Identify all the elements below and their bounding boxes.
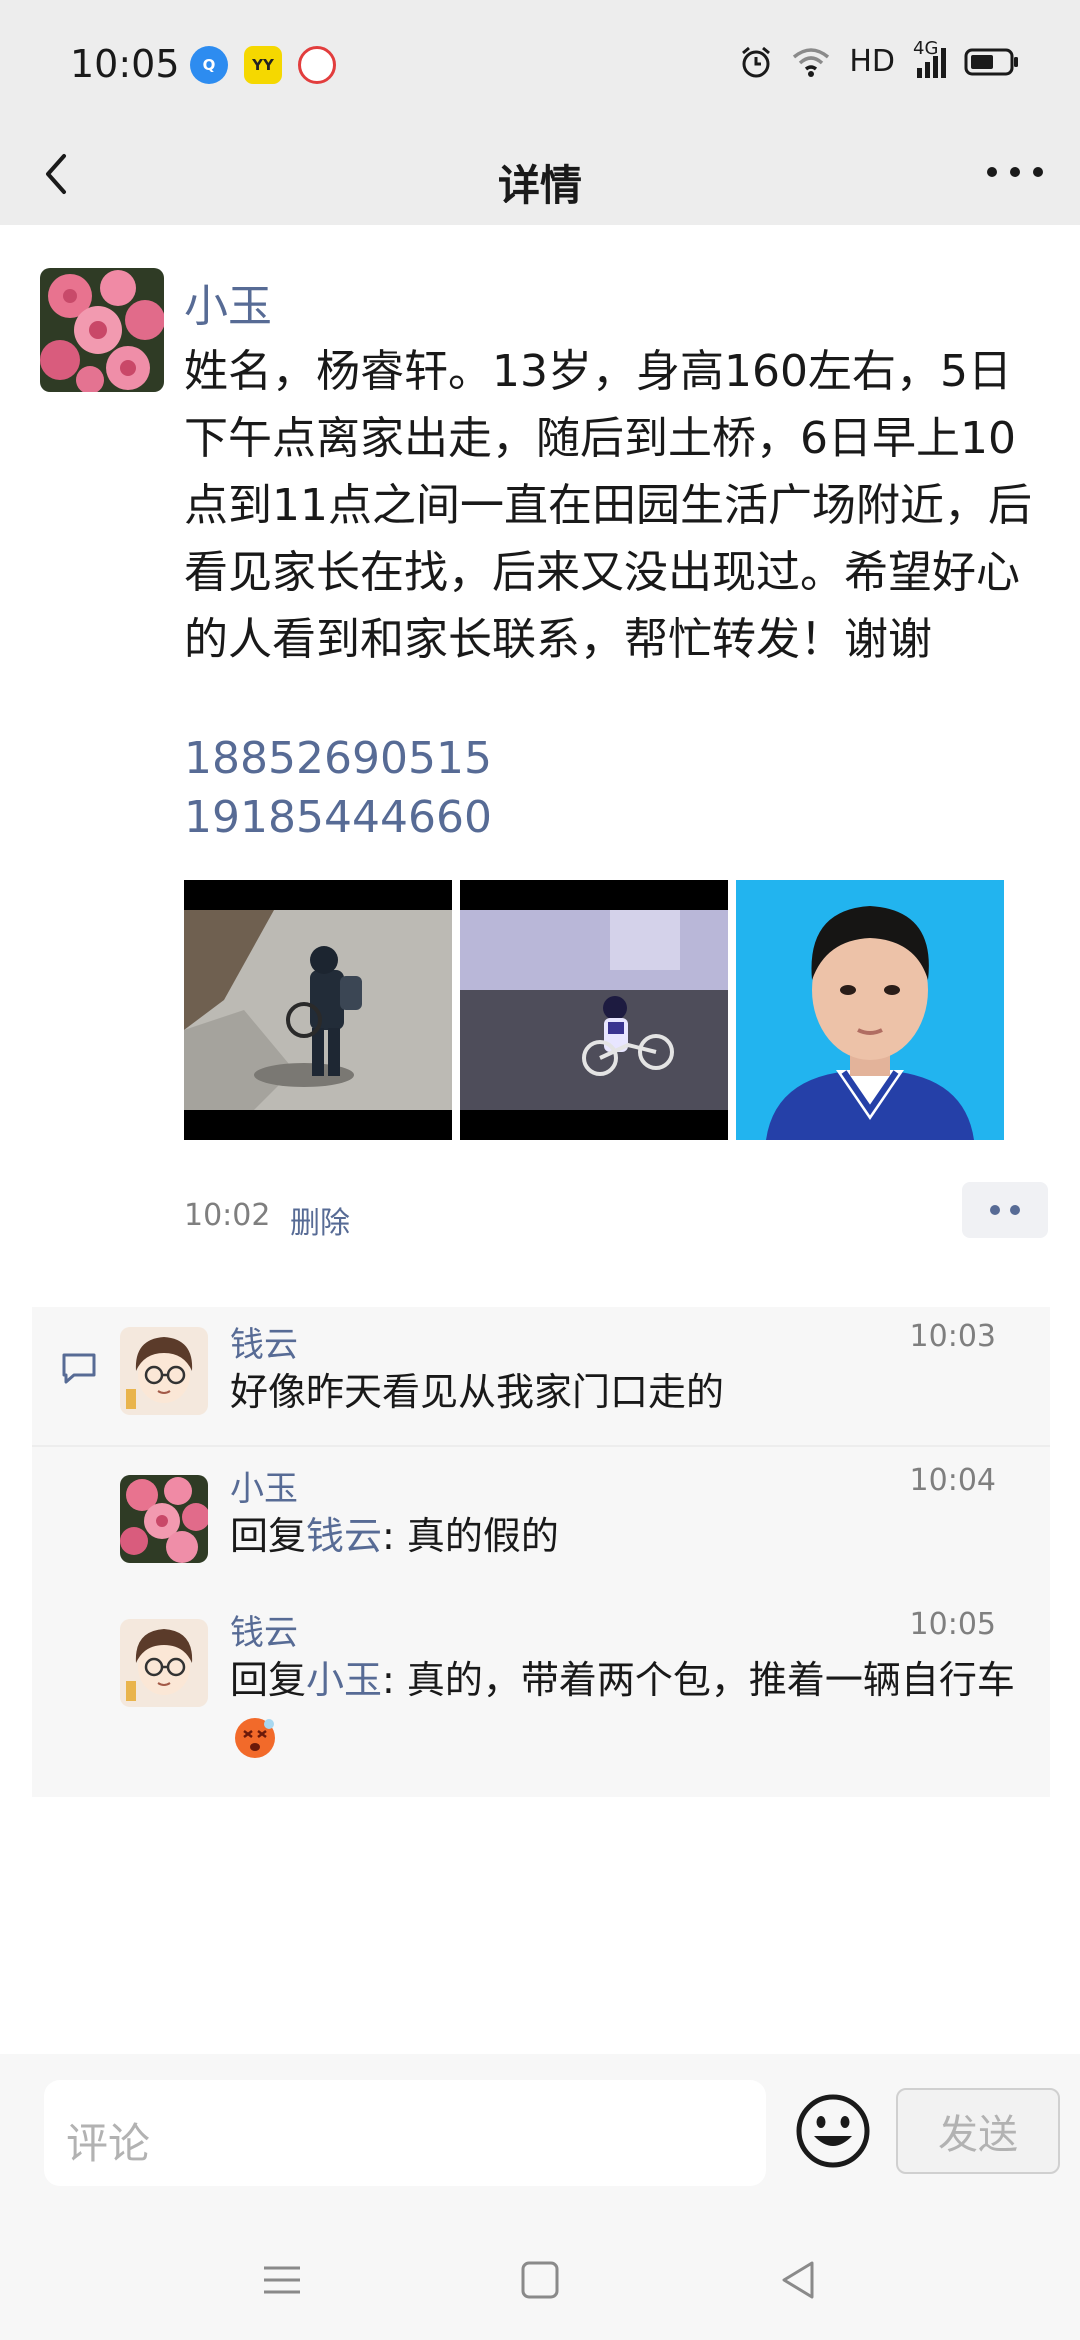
notification-icons: Q YY (190, 46, 336, 84)
browser-icon: Q (190, 46, 228, 84)
phone-link-1[interactable]: 18852690515 (184, 733, 492, 784)
comment-body: : 真的假的 (382, 1514, 559, 1558)
baidu-app-icon (298, 46, 336, 84)
post-author-name[interactable]: 小玉 (184, 270, 272, 334)
reply-prefix: 回复 (230, 1514, 307, 1558)
post-photo-3[interactable] (736, 880, 1004, 1140)
comment-body: 好像昨天看见从我家门口走的 (230, 1370, 725, 1414)
comment-input[interactable]: 评论 (44, 2080, 766, 2186)
comment-divider (32, 1445, 1050, 1447)
emoji-icon[interactable] (794, 2092, 872, 2170)
commenter-name[interactable]: 小玉 (230, 1461, 298, 1510)
hd-label: HD (849, 44, 895, 79)
more-dot-icon (990, 1205, 1000, 1215)
comment-body: : 真的，带着两个包，推着一辆自行车 (382, 1658, 1015, 1702)
status-indicators: HD 4G (739, 38, 1020, 79)
comment-time: 10:05 (909, 1607, 996, 1642)
comment-text[interactable]: 回复钱云: 真的假的 (230, 1507, 1030, 1565)
system-nav-bar (0, 2250, 1080, 2310)
comment-text[interactable]: 好像昨天看见从我家门口走的 (230, 1363, 1030, 1421)
alarm-icon (742, 46, 771, 77)
comment-bar: 评论 发送 (0, 2054, 1080, 2340)
reply-to-name[interactable]: 小玉 (306, 1658, 382, 1702)
post-author-avatar[interactable] (40, 268, 164, 392)
system-back-icon[interactable] (776, 2258, 820, 2302)
comment-bubble-icon (62, 1353, 96, 1384)
signal-icon: 4G (913, 38, 946, 78)
status-time: 10:05 (70, 42, 180, 86)
post-photo-1[interactable] (184, 880, 452, 1140)
commenter-avatar[interactable] (120, 1619, 208, 1707)
comment-placeholder: 评论 (66, 2119, 151, 2168)
more-dot-icon (1010, 1205, 1020, 1215)
commenter-name[interactable]: 钱云 (230, 1317, 298, 1366)
reply-prefix: 回复 (230, 1658, 307, 1702)
like-comment-button[interactable] (962, 1182, 1048, 1238)
commenter-name[interactable]: 钱云 (230, 1605, 298, 1654)
comment-text[interactable]: 回复小玉: 真的，带着两个包，推着一辆自行车 (230, 1651, 1030, 1767)
page-title: 详情 (497, 161, 582, 210)
comment-time: 10:03 (909, 1319, 996, 1354)
phone-link-2[interactable]: 19185444660 (184, 792, 492, 843)
network-label: 4G (913, 37, 939, 59)
nav-bar: 详情 (0, 130, 1080, 225)
comment-time: 10:04 (909, 1463, 996, 1498)
commenter-avatar[interactable] (120, 1475, 208, 1563)
wifi-icon (793, 47, 830, 77)
battery-icon (964, 48, 1018, 75)
yy-app-icon: YY (244, 46, 282, 84)
delete-link[interactable]: 删除 (290, 1198, 350, 1242)
menu-icon[interactable] (260, 2258, 304, 2302)
comments-section: 钱云 10:03 好像昨天看见从我家门口走的 小玉 10:04 回复钱云: 真的… (32, 1307, 1050, 1797)
post-photo-2[interactable] (460, 880, 728, 1140)
post-timestamp: 10:02 (184, 1198, 271, 1233)
commenter-avatar[interactable] (120, 1327, 208, 1415)
post-text: 姓名，杨睿轩。13岁，身高160左右，5日下午点离家出走，随后到土桥，6日早上1… (184, 346, 1032, 665)
dizzy-face-emoji-icon (235, 1718, 275, 1758)
reply-to-name[interactable]: 钱云 (306, 1514, 382, 1558)
send-button[interactable]: 发送 (896, 2088, 1060, 2174)
status-bar: 10:05 Q YY HD 4G (0, 0, 1080, 130)
home-icon[interactable] (518, 2258, 562, 2302)
more-options-icon[interactable] (980, 150, 1050, 194)
